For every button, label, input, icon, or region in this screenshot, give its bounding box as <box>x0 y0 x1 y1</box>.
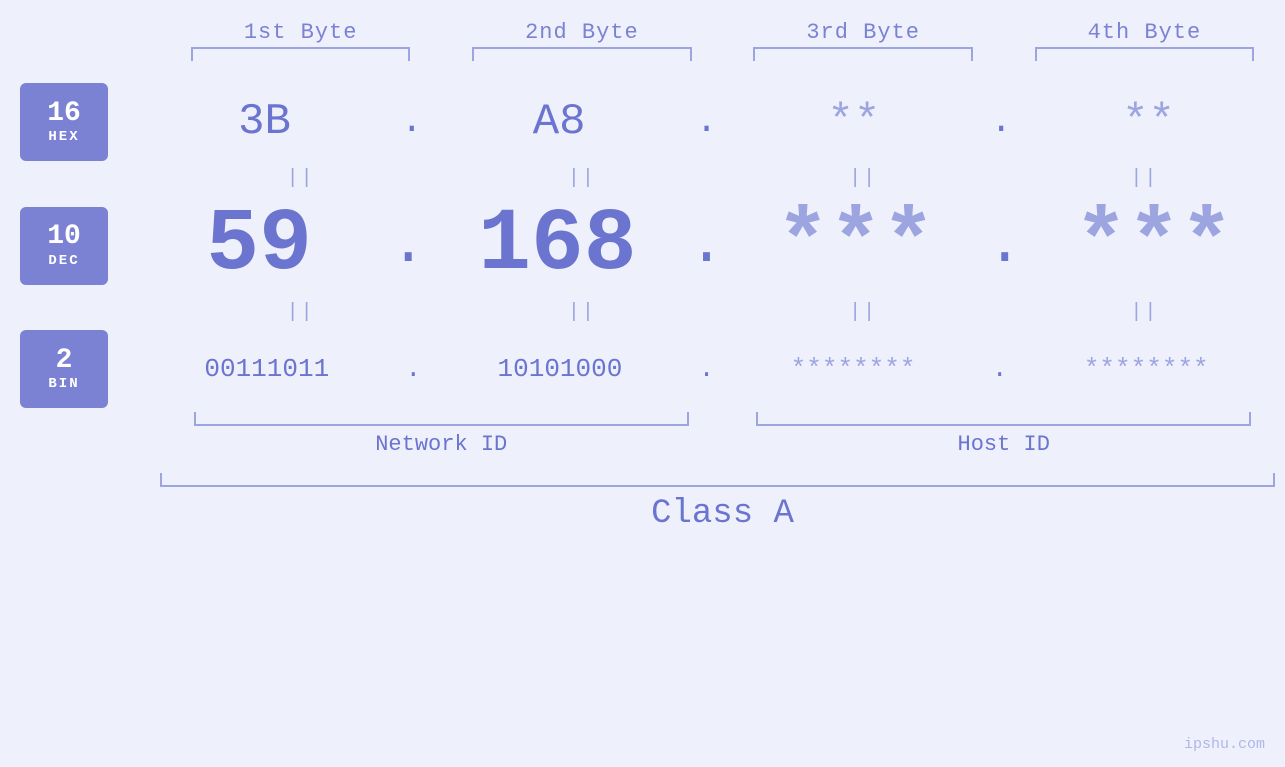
bin-label: BIN <box>48 376 79 392</box>
sep-row-2: || || || || <box>0 301 1285 324</box>
dec-values: 59 . 168 . *** . *** <box>128 196 1285 295</box>
dec-badge: 10 DEC <box>20 207 108 285</box>
host-bracket <box>756 412 1251 426</box>
byte3-header: 3rd Byte <box>723 20 1004 45</box>
sep-bar-1-3: || <box>849 167 877 190</box>
hex-dot-2: . <box>696 104 718 140</box>
bin-badge: 2 BIN <box>20 330 108 408</box>
hex-badge: 16 HEX <box>20 83 108 161</box>
sep-cell-2-1: || <box>160 301 441 324</box>
sep-cell-2-2: || <box>441 301 722 324</box>
bottom-brackets <box>160 412 1285 426</box>
byte2-header: 2nd Byte <box>441 20 722 45</box>
dec-dot-2: . <box>688 216 724 276</box>
header-row: 1st Byte 2nd Byte 3rd Byte 4th Byte <box>0 20 1285 45</box>
dec-byte4: *** <box>1023 196 1285 295</box>
sep-row-1: || || || || <box>0 167 1285 190</box>
byte4-header: 4th Byte <box>1004 20 1285 45</box>
dec-dot-3: . <box>987 216 1023 276</box>
bottom-bracket-area: Network ID Host ID <box>0 412 1285 457</box>
host-id-label: Host ID <box>723 426 1285 457</box>
byte1-header: 1st Byte <box>160 20 441 45</box>
bin-byte2: 10101000 <box>421 354 699 384</box>
bin-byte1: 00111011 <box>128 354 406 384</box>
bin-number: 2 <box>56 346 73 377</box>
sep-cell-1-1: || <box>160 167 441 190</box>
host-bracket-wrap <box>723 412 1285 426</box>
bin-dot-1: . <box>406 356 422 382</box>
class-outer-bracket <box>160 473 1275 487</box>
top-bracket-cell-4 <box>1004 45 1285 63</box>
bin-dot-3: . <box>992 356 1008 382</box>
hex-dot-1: . <box>401 104 423 140</box>
hex-byte3: ** <box>717 97 990 147</box>
sep-bar-2-4: || <box>1130 301 1158 324</box>
sep-cell-2-3: || <box>723 301 1004 324</box>
hex-number: 16 <box>47 99 81 130</box>
hex-row: 16 HEX 3B . A8 . ** . ** <box>0 83 1285 161</box>
sep-cell-1-2: || <box>441 167 722 190</box>
dec-dot-1: . <box>390 216 426 276</box>
top-bracket-cell-3 <box>723 45 1004 63</box>
top-bracket-3 <box>753 47 972 61</box>
bin-byte3: ******** <box>714 354 992 384</box>
top-bracket-cell-1 <box>160 45 441 63</box>
bin-byte4: ******** <box>1007 354 1285 384</box>
sep-cell-2-4: || <box>1004 301 1285 324</box>
dec-number: 10 <box>47 222 81 253</box>
label-row: Network ID Host ID <box>160 426 1285 457</box>
top-bracket-row <box>0 45 1285 63</box>
sep-bar-2-1: || <box>287 301 315 324</box>
dec-byte2: 168 <box>426 196 688 295</box>
sep-cell-1-3: || <box>723 167 1004 190</box>
net-bracket-wrap <box>160 412 723 426</box>
top-bracket-1 <box>191 47 410 61</box>
class-label: Class A <box>160 487 1285 533</box>
dec-row: 10 DEC 59 . 168 . *** . *** <box>0 196 1285 295</box>
hex-dot-3: . <box>990 104 1012 140</box>
top-bracket-cell-2 <box>441 45 722 63</box>
hex-byte4: ** <box>1012 97 1285 147</box>
sep-cell-1-4: || <box>1004 167 1285 190</box>
hex-byte1: 3B <box>128 97 401 147</box>
main-container: 1st Byte 2nd Byte 3rd Byte 4th Byte 16 H… <box>0 0 1285 767</box>
sep-bar-1-2: || <box>568 167 596 190</box>
dec-byte1: 59 <box>128 196 390 295</box>
sep-bar-2-2: || <box>568 301 596 324</box>
dec-byte3: *** <box>725 196 987 295</box>
dec-label: DEC <box>48 253 79 269</box>
hex-byte2: A8 <box>423 97 696 147</box>
hex-values: 3B . A8 . ** . ** <box>128 97 1285 147</box>
net-bracket <box>194 412 689 426</box>
watermark: ipshu.com <box>1184 736 1265 753</box>
top-bracket-2 <box>472 47 691 61</box>
bin-values: 00111011 . 10101000 . ******** . *******… <box>128 354 1285 384</box>
class-section: Class A <box>0 473 1285 533</box>
hex-label: HEX <box>48 129 79 145</box>
sep-bar-2-3: || <box>849 301 877 324</box>
sep-bar-1-1: || <box>287 167 315 190</box>
top-bracket-4 <box>1035 47 1254 61</box>
sep-bar-1-4: || <box>1130 167 1158 190</box>
network-id-label: Network ID <box>160 426 723 457</box>
bin-dot-2: . <box>699 356 715 382</box>
bin-row: 2 BIN 00111011 . 10101000 . ******** . *… <box>0 330 1285 408</box>
